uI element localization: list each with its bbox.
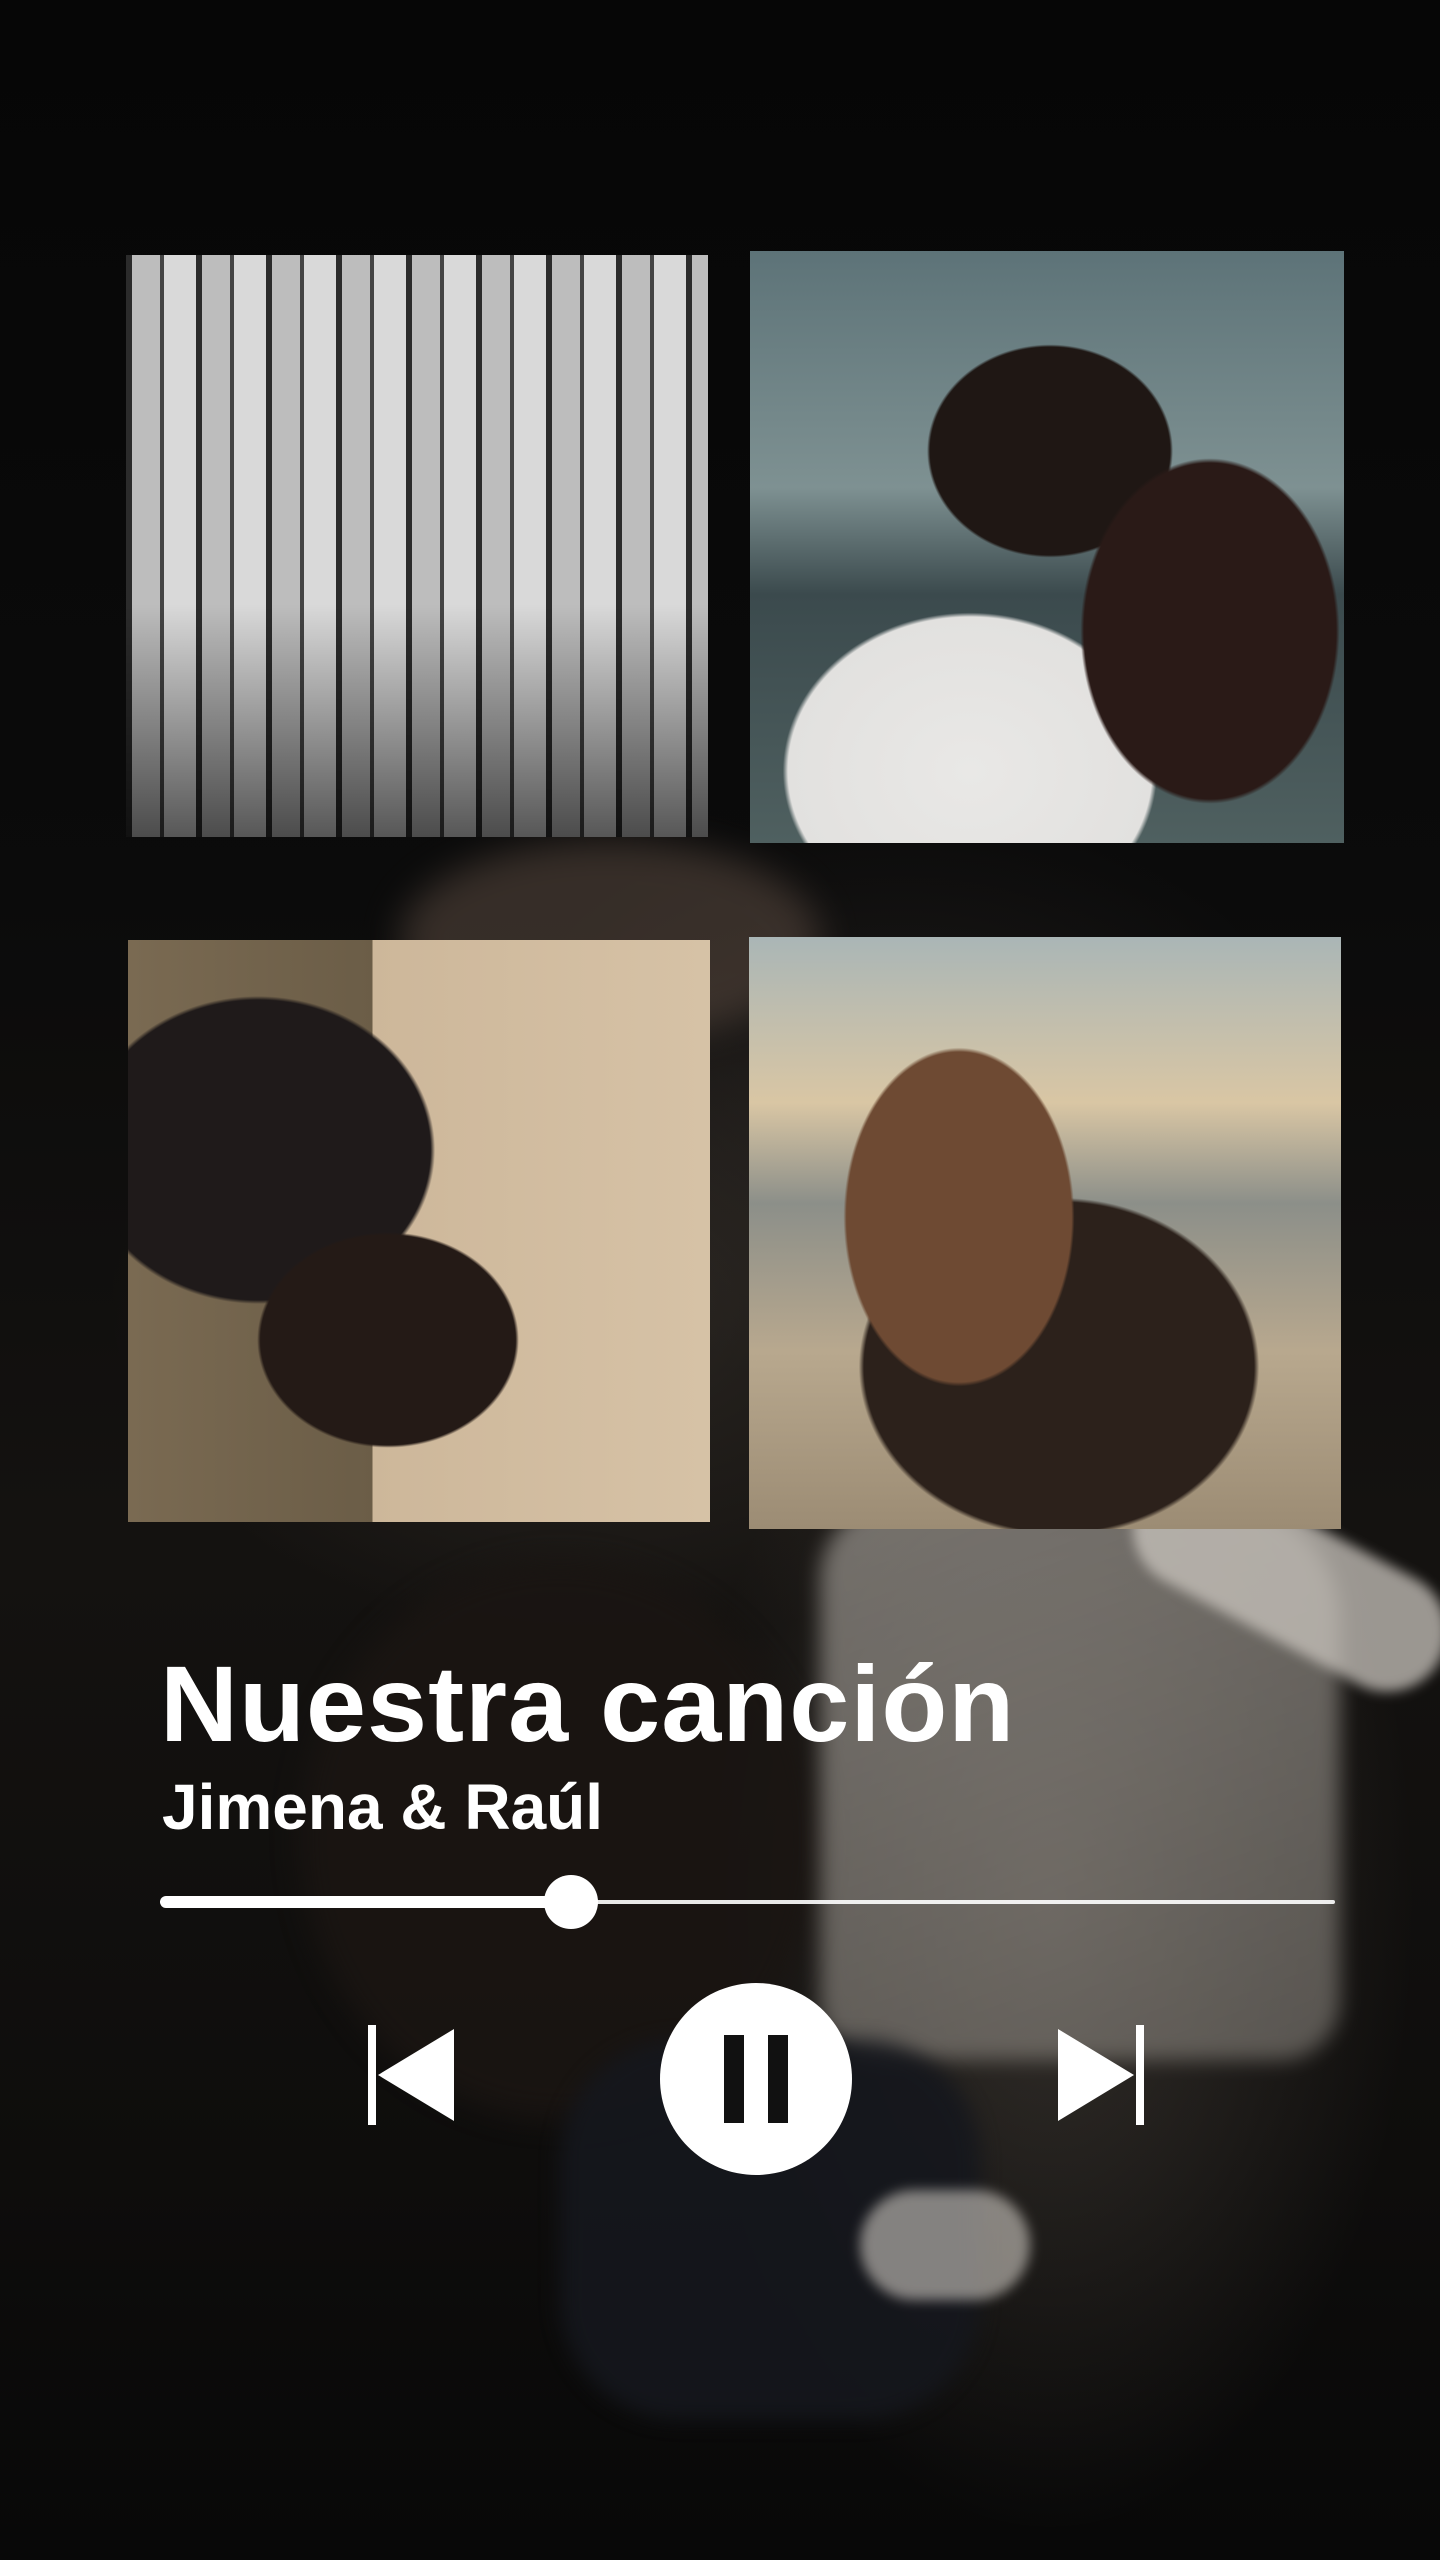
progress-bar[interactable] [160,1875,1335,1929]
collage-photo-3 [128,940,710,1522]
playback-controls [0,1980,1440,2180]
pause-button[interactable] [660,1983,852,2175]
collage-photo-4 [749,937,1341,1529]
skip-previous-icon [368,2025,454,2125]
background-photo-shoe [860,2190,1030,2300]
collage-photo-2 [750,251,1344,843]
music-player-screen: Nuestra canción Jimena & Raúl [0,0,1440,2560]
song-title: Nuestra canción [160,1643,1016,1764]
artist-name: Jimena & Raúl [162,1771,604,1843]
collage-photo-1 [126,255,708,837]
progress-handle[interactable] [544,1875,599,1929]
previous-button[interactable] [362,2025,458,2125]
pause-icon [724,2035,788,2123]
progress-fill [160,1896,572,1908]
skip-next-icon [1058,2025,1144,2125]
next-button[interactable] [1054,2025,1150,2125]
